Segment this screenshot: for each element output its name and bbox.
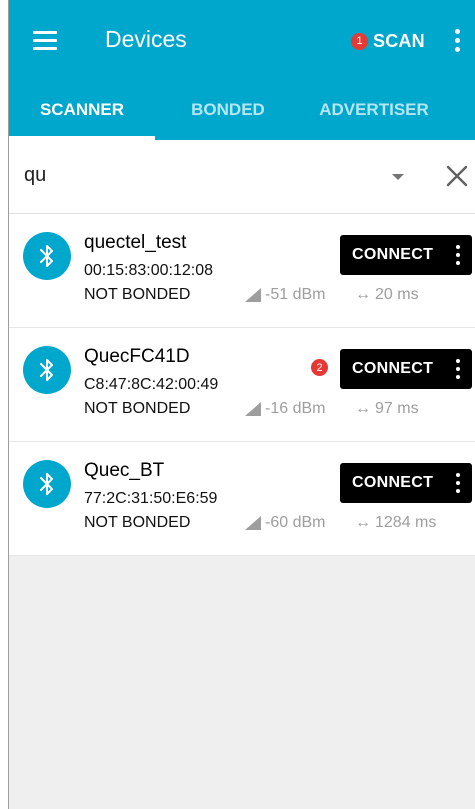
scan-label: SCAN [373,30,425,51]
bond-state: NOT BONDED [84,514,191,531]
signal-strength-icon [245,516,261,530]
device-list: quectel_test 00:15:83:00:12:08 NOT BONDE… [9,214,475,556]
scan-button[interactable]: 1 SCAN [351,27,425,55]
bluetooth-icon [23,460,71,508]
device-name: QuecFC41D [84,346,190,367]
tab-scanner[interactable]: SCANNER [9,80,155,140]
rssi-label: -16 dBm [265,400,326,417]
tab-bonded[interactable]: BONDED [155,80,301,140]
rssi-value: -51 dBm [245,286,325,304]
left-right-arrow-icon: ↔ [355,400,371,417]
device-address: 77:2C:31:50:E6:59 [84,490,218,507]
bluetooth-icon [23,346,71,394]
rssi-value: -60 dBm [245,514,325,532]
left-right-arrow-icon: ↔ [355,286,371,303]
signal-strength-icon [245,288,261,302]
connect-label: CONNECT [352,360,434,377]
close-icon[interactable] [443,162,471,190]
app-bar: Devices 1 SCAN SCANNER BONDED ADVERTISER [9,0,475,140]
connect-button[interactable]: CONNECT [340,463,472,503]
more-vert-icon[interactable] [454,357,462,381]
page-title: Devices [105,26,187,52]
tab-advertiser[interactable]: ADVERTISER [301,80,447,140]
filter-input[interactable]: qu [24,164,46,187]
rssi-label: -60 dBm [265,514,326,531]
toolbar: Devices 1 SCAN [9,0,475,80]
left-right-arrow-icon: ↔ [355,514,371,531]
scan-notification-badge: 1 [351,32,368,50]
device-address: C8:47:8C:42:00:49 [84,376,219,393]
device-item[interactable]: quectel_test 00:15:83:00:12:08 NOT BONDE… [9,214,475,328]
connect-button[interactable]: CONNECT [340,235,472,275]
device-item[interactable]: Quec_BT 77:2C:31:50:E6:59 NOT BONDED -60… [9,442,475,556]
filter-bar: qu [9,140,475,214]
arrow-drop-down-icon[interactable] [392,174,404,180]
device-name: quectel_test [84,232,187,253]
menu-icon[interactable] [25,24,59,56]
advertising-interval: ↔ 1284 ms [355,514,436,532]
device-address: 00:15:83:00:12:08 [84,262,214,279]
interval-label: 1284 ms [375,514,437,531]
interval-label: 97 ms [375,400,419,417]
connect-label: CONNECT [352,246,434,263]
device-item[interactable]: QuecFC41D C8:47:8C:42:00:49 NOT BONDED 2… [9,328,475,442]
notification-badge: 2 [311,359,328,376]
signal-strength-icon [245,402,261,416]
app-frame: Devices 1 SCAN SCANNER BONDED ADVERTISER… [8,0,475,809]
interval-label: 20 ms [375,286,419,303]
rssi-label: -51 dBm [265,286,326,303]
bluetooth-icon [23,232,71,280]
rssi-value: -16 dBm [245,400,325,418]
advertising-interval: ↔ 20 ms [355,286,419,304]
more-vert-icon[interactable] [454,243,462,267]
connect-button[interactable]: CONNECT [340,349,472,389]
bond-state: NOT BONDED [84,286,191,303]
more-vert-icon[interactable] [454,471,462,495]
connect-label: CONNECT [352,474,434,491]
device-name: Quec_BT [84,460,165,481]
advertising-interval: ↔ 97 ms [355,400,419,418]
bond-state: NOT BONDED [84,400,191,417]
more-vert-icon[interactable] [446,24,468,56]
tab-bar: SCANNER BONDED ADVERTISER [9,80,475,140]
